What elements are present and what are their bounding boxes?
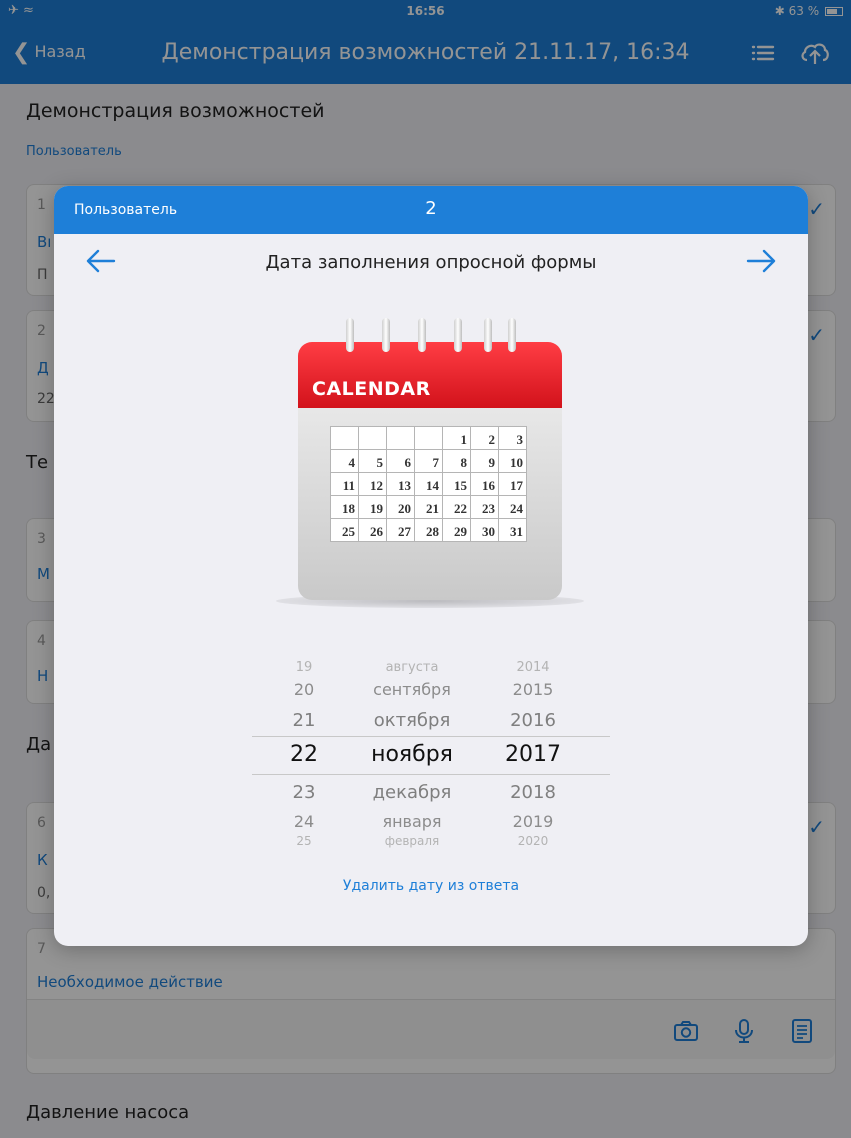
picker-year[interactable]: 2019 [488,812,578,831]
calendar-day [414,426,443,450]
date-picker[interactable]: 19 августа 2014 20 сентября 2015 21 октя… [252,640,610,858]
modal-header: Пользователь 2 [54,186,808,234]
calendar-day: 9 [470,449,499,473]
calendar-day: 22 [442,495,471,519]
picker-year[interactable]: 2015 [488,680,578,699]
picker-day[interactable]: 20 [274,680,334,699]
picker-selection-line [252,774,610,775]
calendar-day [386,426,415,450]
picker-day[interactable]: 25 [274,834,334,848]
picker-year[interactable]: 2016 [488,710,578,731]
calendar-day: 31 [498,518,527,542]
calendar-day: 11 [330,472,359,496]
calendar-day: 7 [414,449,443,473]
calendar-illustration: CALENDAR 1 2 3 4 5 6 7 8 9 10 11 12 13 1… [276,318,584,608]
picker-year[interactable]: 2014 [488,660,578,675]
picker-row[interactable]: 20 сентября 2015 [252,680,610,712]
calendar-day: 27 [386,518,415,542]
question-title: Дата заполнения опросной формы [265,252,597,273]
picker-selected-year[interactable]: 2017 [488,742,578,767]
question-number: 2 [425,198,437,219]
calendar-week: 4 5 6 7 8 9 10 [330,449,527,473]
calendar-ring [346,318,354,352]
picker-selected-month[interactable]: ноября [347,742,477,767]
arrow-right-icon[interactable] [744,246,778,276]
calendar-day [330,426,359,450]
calendar-day: 28 [414,518,443,542]
picker-row[interactable]: 21 октября 2016 [252,710,610,742]
picker-year[interactable]: 2018 [488,782,578,803]
delete-date-button[interactable]: Удалить дату из ответа [54,878,808,894]
calendar-ring [454,318,462,352]
calendar-day [358,426,387,450]
calendar-week: 1 2 3 [330,426,527,450]
calendar-day: 5 [358,449,387,473]
picker-selected-day[interactable]: 22 [274,742,334,767]
calendar-day: 26 [358,518,387,542]
calendar-ring [508,318,516,352]
picker-month[interactable]: августа [347,660,477,675]
calendar-day: 19 [358,495,387,519]
picker-month[interactable]: декабря [347,782,477,803]
calendar-day: 20 [386,495,415,519]
picker-day[interactable]: 19 [274,660,334,675]
calendar-day: 29 [442,518,471,542]
picker-row[interactable]: 25 февраля 2020 [252,834,610,866]
calendar-day: 8 [442,449,471,473]
calendar-day: 23 [470,495,499,519]
calendar-day: 2 [470,426,499,450]
picker-day[interactable]: 24 [274,812,334,831]
picker-month[interactable]: января [347,812,477,831]
calendar-day: 1 [442,426,471,450]
calendar-day: 16 [470,472,499,496]
calendar-week: 18 19 20 21 22 23 24 [330,495,527,519]
calendar-week: 11 12 13 14 15 16 17 [330,472,527,496]
calendar-day: 18 [330,495,359,519]
calendar-grid: 1 2 3 4 5 6 7 8 9 10 11 12 13 14 15 16 1… [330,426,527,542]
calendar-day: 6 [386,449,415,473]
calendar-day: 10 [498,449,527,473]
calendar-label: CALENDAR [312,378,431,400]
calendar-day: 21 [414,495,443,519]
calendar-day: 25 [330,518,359,542]
picker-selected-row[interactable]: 22 ноября 2017 [252,742,610,774]
picker-year[interactable]: 2020 [488,834,578,848]
calendar-day: 12 [358,472,387,496]
picker-selection-line [252,736,610,737]
picker-month[interactable]: октября [347,710,477,731]
calendar-ring [382,318,390,352]
calendar-day: 24 [498,495,527,519]
calendar-day: 13 [386,472,415,496]
calendar-header: CALENDAR [298,342,562,408]
calendar-day: 15 [442,472,471,496]
picker-day[interactable]: 23 [274,782,334,803]
picker-month[interactable]: февраля [347,834,477,848]
calendar-ring [418,318,426,352]
picker-month[interactable]: сентября [347,680,477,699]
picker-row[interactable]: 23 декабря 2018 [252,782,610,814]
question-modal: Пользователь 2 Дата заполнения опросной … [54,186,808,946]
calendar-day: 3 [498,426,527,450]
calendar-ring [484,318,492,352]
calendar-day: 14 [414,472,443,496]
calendar-body: CALENDAR 1 2 3 4 5 6 7 8 9 10 11 12 13 1… [298,342,562,600]
calendar-day: 30 [470,518,499,542]
calendar-day: 17 [498,472,527,496]
calendar-week: 25 26 27 28 29 30 31 [330,518,527,542]
calendar-day: 4 [330,449,359,473]
picker-day[interactable]: 21 [274,710,334,731]
